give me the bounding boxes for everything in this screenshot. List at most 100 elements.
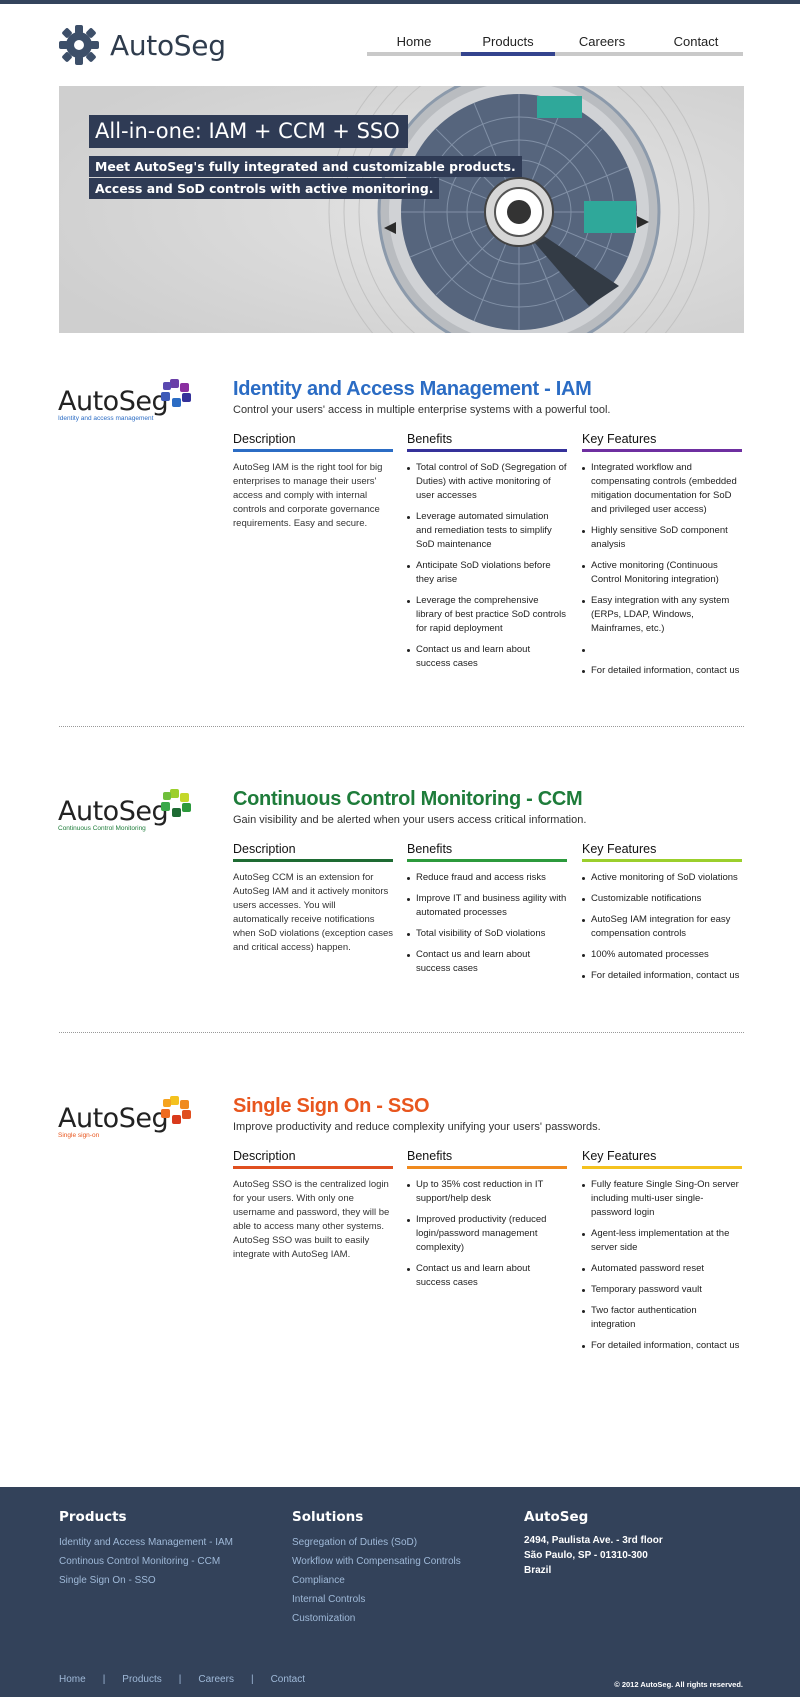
nav-contact[interactable]: Contact [649, 34, 743, 56]
iam-benefits-heading: Benefits [407, 432, 567, 452]
ccm-logo-word: AutoSeg [58, 796, 169, 827]
iam-subtitle: Control your users' access in multiple e… [233, 404, 611, 416]
list-item: Leverage the comprehensive library of be… [407, 594, 567, 636]
ccm-title: Continuous Control Monitoring - CCM [233, 788, 583, 810]
footer-link-ccm[interactable]: Continous Control Monitoring - CCM [59, 1552, 233, 1571]
ccm-features-col: Key Features Active monitoring of SoD vi… [582, 842, 742, 990]
section-divider [59, 1032, 744, 1033]
list-item: Easy integration with any system (ERPs, … [582, 594, 742, 636]
iam-logo-word: AutoSeg [58, 386, 169, 417]
sso-logo-subtitle: Single sign-on [58, 1132, 100, 1139]
footer-link-internal-controls[interactable]: Internal Controls [292, 1590, 461, 1609]
section-divider [59, 726, 744, 727]
sso-puzzle-icon [161, 1096, 191, 1124]
list-item: Up to 35% cost reduction in IT support/h… [407, 1178, 567, 1206]
list-item: Integrated workflow and compensating con… [582, 461, 742, 517]
list-item: For detailed information, contact us [582, 664, 742, 678]
sso-subtitle: Improve productivity and reduce complexi… [233, 1121, 601, 1133]
list-item: Improved productivity (reduced login/pas… [407, 1213, 567, 1255]
list-item: Fully feature Single Sing-On server incl… [582, 1178, 742, 1220]
ccm-description-heading: Description [233, 842, 393, 862]
footer-nav-home[interactable]: Home [59, 1674, 86, 1685]
list-item: Anticipate SoD violations before they ar… [407, 559, 567, 587]
ccm-benefits-heading: Benefits [407, 842, 567, 862]
iam-description-heading: Description [233, 432, 393, 452]
list-item: Customizable notifications [582, 892, 742, 906]
list-item: Contact us and learn about success cases [407, 1262, 567, 1290]
sso-title: Single Sign On - SSO [233, 1095, 430, 1117]
iam-title: Identity and Access Management - IAM [233, 378, 592, 400]
brand-logo[interactable]: AutoSeg [58, 24, 226, 66]
nav-products[interactable]: Products [461, 34, 555, 56]
list-item: Leverage automated simulation and remedi… [407, 510, 567, 552]
nav-careers[interactable]: Careers [555, 34, 649, 56]
list-item: Improve IT and business agility with aut… [407, 892, 567, 920]
iam-features-col: Key Features Integrated workflow and com… [582, 432, 742, 685]
footer-link-workflow[interactable]: Workflow with Compensating Controls [292, 1552, 461, 1571]
sso-logo-word: AutoSeg [58, 1103, 169, 1134]
footer-address-line: Brazil [524, 1565, 552, 1576]
ccm-description-text: AutoSeg CCM is an extension for AutoSeg … [233, 872, 394, 953]
list-item: Highly sensitive SoD component analysis [582, 524, 742, 552]
footer-nav-careers[interactable]: Careers [198, 1674, 234, 1685]
list-item: For detailed information, contact us [582, 969, 742, 983]
list-item: Active monitoring (Continuous Control Mo… [582, 559, 742, 587]
ccm-benefits-col: Benefits Reduce fraud and access risks I… [407, 842, 567, 983]
footer-company-heading: AutoSeg [524, 1509, 589, 1525]
footer-solutions: Solutions Segregation of Duties (SoD) Wo… [292, 1509, 461, 1628]
footer-link-customization[interactable]: Customization [292, 1609, 461, 1628]
list-item: Contact us and learn about success cases [407, 948, 567, 976]
list-item: Agent-less implementation at the server … [582, 1227, 742, 1255]
sso-features-heading: Key Features [582, 1149, 742, 1169]
footer-address-line: São Paulo, SP - 01310-300 [524, 1550, 648, 1561]
footer-link-sso[interactable]: Single Sign On - SSO [59, 1571, 233, 1590]
brand-name: AutoSeg [110, 28, 226, 62]
footer-link-compliance[interactable]: Compliance [292, 1571, 461, 1590]
list-item: Automated password reset [582, 1262, 742, 1276]
list-item: 100% automated processes [582, 948, 742, 962]
sso-description-text: AutoSeg SSO is the centralized login for… [233, 1179, 390, 1260]
footer-company: AutoSeg 2494, Paulista Ave. - 3rd floor … [524, 1509, 663, 1578]
sso-logo: AutoSeg Single sign-on [58, 1095, 198, 1141]
list-item: For detailed information, contact us [582, 1339, 742, 1353]
sso-benefits-heading: Benefits [407, 1149, 567, 1169]
footer-link-sod[interactable]: Segregation of Duties (SoD) [292, 1533, 461, 1552]
ccm-puzzle-icon [161, 789, 191, 817]
list-item: Reduce fraud and access risks [407, 871, 567, 885]
top-accent-bar [0, 0, 800, 4]
list-item: Active monitoring of SoD violations [582, 871, 742, 885]
iam-features-heading: Key Features [582, 432, 742, 452]
ccm-logo: AutoSeg Continuous Control Monitoring [58, 788, 198, 834]
iam-benefits-col: Benefits Total control of SoD (Segregati… [407, 432, 567, 678]
footer-solutions-heading: Solutions [292, 1509, 364, 1525]
iam-logo-subtitle: Identity and access management [58, 415, 154, 422]
site-footer: Products Identity and Access Management … [0, 1487, 800, 1697]
gear-logo-icon [59, 25, 99, 65]
sso-benefits-col: Benefits Up to 35% cost reduction in IT … [407, 1149, 567, 1297]
footer-link-iam[interactable]: Identity and Access Management - IAM [59, 1533, 233, 1552]
footer-products: Products Identity and Access Management … [59, 1509, 233, 1590]
ccm-features-heading: Key Features [582, 842, 742, 862]
sso-features-col: Key Features Fully feature Single Sing-O… [582, 1149, 742, 1360]
hero-title: All-in-one: IAM + CCM + SSO [89, 115, 408, 148]
list-item: AutoSeg IAM integration for easy compens… [582, 913, 742, 941]
copyright: © 2012 AutoSeg. All rights reserved. [614, 1680, 743, 1689]
iam-logo: AutoSeg Identity and access management [58, 378, 198, 424]
main-nav: Home Products Careers Contact [367, 34, 743, 56]
hero-subtitle-line-1: Meet AutoSeg's fully integrated and cust… [89, 156, 522, 177]
list-item: Total visibility of SoD violations [407, 927, 567, 941]
footer-nav-separator: | [102, 1674, 106, 1685]
footer-nav-contact[interactable]: Contact [271, 1674, 305, 1685]
footer-nav: Home | Products | Careers | Contact [59, 1674, 305, 1685]
hero-subtitle-line-2: Access and SoD controls with active moni… [89, 178, 440, 199]
ccm-subtitle: Gain visibility and be alerted when your… [233, 814, 587, 826]
list-item: Two factor authentication integration [582, 1304, 742, 1332]
footer-address-line: 2494, Paulista Ave. - 3rd floor [524, 1535, 663, 1546]
ccm-logo-subtitle: Continuous Control Monitoring [58, 825, 146, 832]
sso-description-col: Description AutoSeg SSO is the centraliz… [233, 1149, 393, 1262]
footer-products-heading: Products [59, 1509, 127, 1525]
nav-home[interactable]: Home [367, 34, 461, 56]
iam-description-text: AutoSeg IAM is the right tool for big en… [233, 462, 383, 529]
list-item [582, 643, 742, 657]
footer-nav-products[interactable]: Products [122, 1674, 161, 1685]
